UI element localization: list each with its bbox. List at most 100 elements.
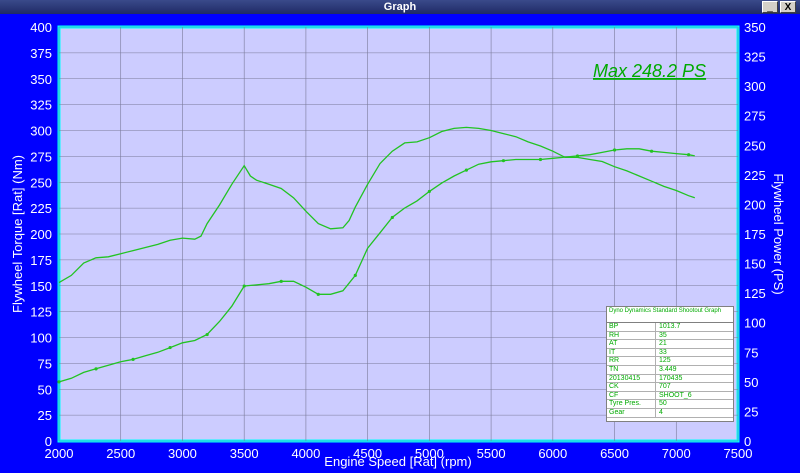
power-point	[242, 284, 246, 288]
x-tick-label: 3000	[168, 446, 197, 461]
window-title: Graph	[383, 1, 417, 13]
power-point	[131, 357, 135, 361]
power-point	[168, 345, 172, 350]
x-tick-label: 5500	[477, 446, 506, 461]
info-value: SHOOT_6	[659, 391, 692, 399]
x-axis-label: Engine Speed [Rat] (rpm)	[324, 454, 471, 469]
max-power-annotation: Max 248.2 PS	[593, 61, 706, 81]
info-key: CK	[609, 383, 656, 391]
x-tick-label: 6000	[538, 446, 567, 461]
info-value: 4	[659, 408, 663, 416]
info-table-row: RH 35	[607, 331, 733, 341]
info-key: IT	[609, 348, 656, 357]
y-tick-label-left: 250	[30, 175, 52, 190]
info-value: 707	[659, 383, 671, 391]
y-axis-left-label: Flywheel Torque [Rat] (Nm)	[10, 155, 25, 313]
y-tick-label-left: 175	[30, 253, 52, 268]
info-table-row: RR 125	[607, 357, 733, 366]
close-button[interactable]: X	[780, 1, 796, 13]
y-axis-right-label: Flywheel Power (PS)	[771, 173, 786, 294]
info-value: 21	[659, 340, 667, 348]
y-tick-label-right: 150	[744, 257, 766, 272]
info-key: RR	[609, 357, 656, 365]
x-tick-label: 3500	[230, 446, 259, 461]
y-tick-label-left: 100	[30, 331, 52, 346]
info-key: 20130415	[609, 374, 656, 383]
y-tick-label-left: 225	[30, 201, 52, 216]
y-tick-label-right: 200	[744, 197, 766, 212]
info-table-row: Gear 4	[607, 408, 733, 418]
power-point	[612, 148, 617, 152]
y-tick-label-left: 150	[30, 279, 52, 294]
info-value: 125	[659, 357, 671, 365]
info-table-row: 20130415 170435	[607, 374, 733, 384]
x-tick-label: 6500	[600, 446, 629, 461]
info-table-header: Dyno Dynamics Standard Shootout Graph	[607, 307, 733, 323]
x-tick-label: 7000	[662, 446, 691, 461]
y-tick-label-right: 250	[744, 138, 766, 153]
power-point	[687, 153, 691, 157]
power-point	[501, 159, 506, 163]
info-table-row: Tyre Pres. 50	[607, 400, 733, 409]
y-tick-label-right: 0	[744, 434, 751, 449]
y-tick-label-right: 350	[744, 20, 766, 35]
y-tick-label-right: 325	[744, 50, 766, 65]
power-point	[279, 279, 283, 283]
info-table-row: CK 707	[607, 383, 733, 392]
x-tick-label: 2500	[106, 446, 135, 461]
y-tick-label-right: 100	[744, 316, 766, 331]
x-tick-label: 4000	[291, 446, 320, 461]
info-table-row: TN 3.449	[607, 365, 733, 375]
info-value: 33	[659, 348, 667, 356]
y-tick-label-right: 225	[744, 168, 766, 183]
info-table-row: BP 1013.7	[607, 323, 733, 332]
power-point	[649, 149, 654, 153]
y-tick-label-left: 200	[30, 227, 52, 242]
y-tick-label-right: 125	[744, 286, 766, 301]
window-titlebar: Graph _ X	[0, 0, 800, 14]
power-point	[316, 292, 320, 296]
info-key: AT	[609, 340, 656, 348]
info-key: BP	[609, 323, 656, 331]
dyno-info-table: Dyno Dynamics Standard Shootout Graph BP…	[606, 306, 734, 422]
y-tick-label-left: 275	[30, 149, 52, 164]
info-key: RH	[609, 331, 656, 340]
y-tick-label-left: 125	[30, 305, 52, 320]
info-value: 3.449	[659, 365, 677, 373]
y-tick-label-right: 75	[744, 345, 758, 360]
y-tick-label-right: 50	[744, 375, 758, 390]
y-tick-label-left: 75	[38, 356, 52, 371]
power-point	[57, 380, 61, 384]
info-value: 170435	[659, 374, 683, 382]
y-tick-label-left: 375	[30, 46, 52, 61]
y-tick-label-left: 50	[38, 382, 52, 397]
info-value: 1013.7	[659, 323, 681, 330]
y-tick-label-right: 300	[744, 79, 766, 94]
minimize-button[interactable]: _	[762, 1, 778, 13]
info-key: Gear	[609, 408, 656, 417]
power-point	[390, 215, 394, 220]
power-point	[353, 273, 357, 277]
y-tick-label-left: 350	[30, 72, 52, 87]
y-tick-label-right: 25	[744, 404, 758, 419]
info-table-row: AT 21	[607, 340, 733, 349]
y-tick-label-right: 275	[744, 109, 766, 124]
y-tick-label-left: 325	[30, 98, 52, 113]
power-point	[94, 367, 98, 371]
info-value: 35	[659, 331, 667, 339]
power-point	[205, 332, 209, 337]
info-key: TN	[609, 365, 656, 374]
y-tick-label-right: 175	[744, 227, 766, 242]
info-value: 50	[659, 400, 667, 408]
power-point	[575, 154, 580, 158]
y-tick-label-left: 300	[30, 124, 52, 139]
info-key: Tyre Pres.	[609, 400, 656, 408]
y-tick-label-left: 0	[45, 434, 52, 449]
power-point	[427, 189, 431, 194]
info-table-row: IT 33	[607, 348, 733, 358]
info-key: CF	[609, 391, 656, 400]
y-tick-label-left: 400	[30, 20, 52, 35]
info-table-rows: BP 1013.7 RH 35 AT 21 IT 33 RR 125 TN 3.449 20130415…	[607, 323, 733, 418]
power-point	[538, 157, 543, 162]
y-tick-label-left: 25	[38, 408, 52, 423]
